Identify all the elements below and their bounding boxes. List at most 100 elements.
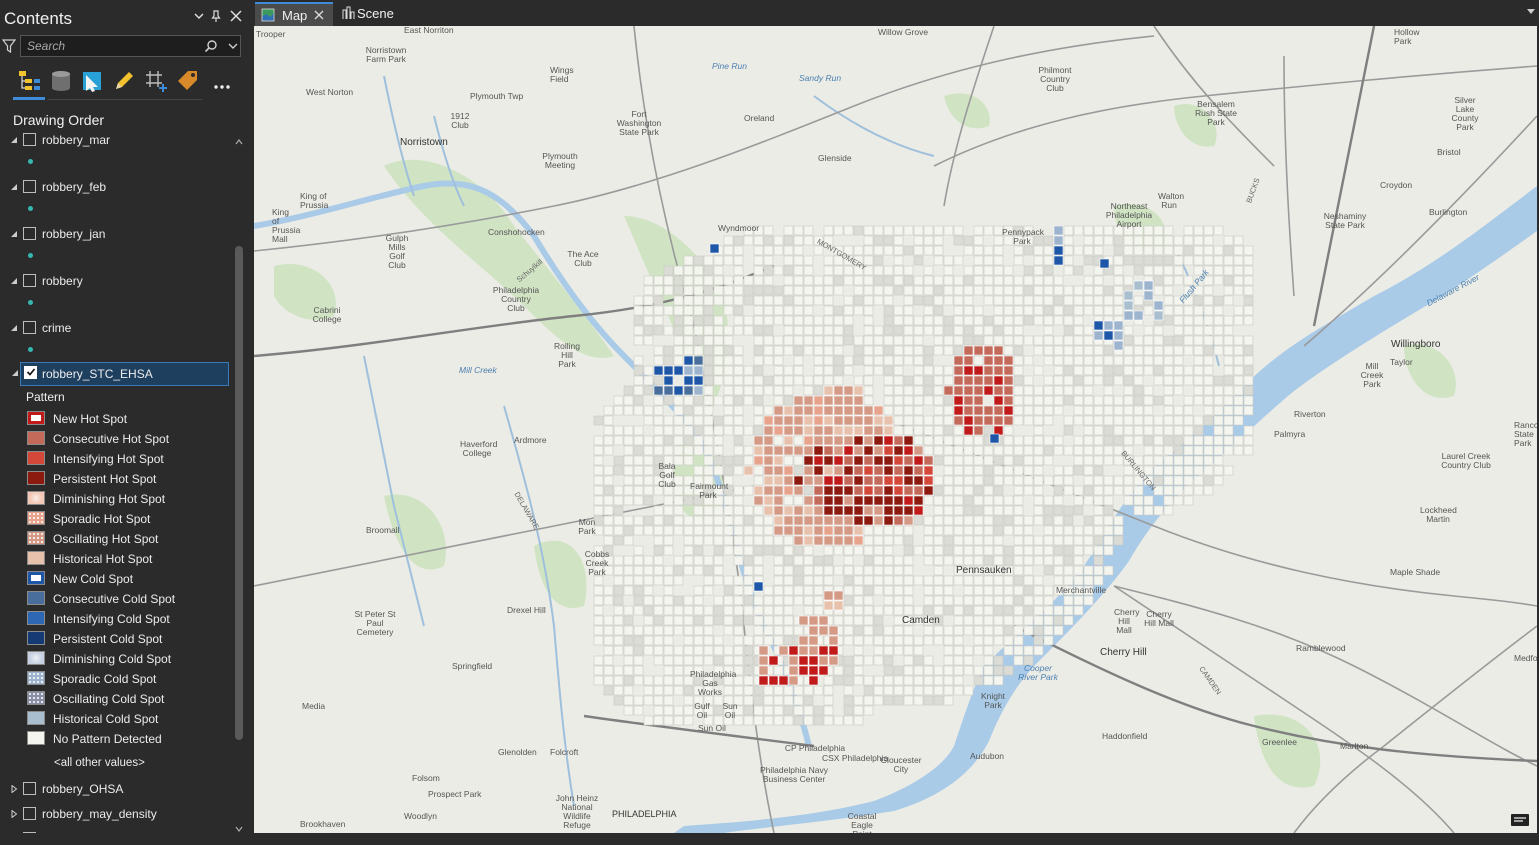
list-by-editing-icon[interactable] [110,67,138,95]
grid-cell [783,695,794,706]
expand-arrow-icon[interactable] [10,785,18,793]
layer-robbery-mar[interactable]: robbery_mar [0,130,232,152]
layer-visibility-checkbox[interactable] [23,321,36,334]
grid-cell [893,395,904,406]
grid-cell [743,535,754,546]
grid-cell [903,245,914,256]
grid-cell [833,305,844,316]
grid-cell [1233,315,1244,326]
layer-robbery[interactable]: robbery [0,271,232,293]
tab-scene[interactable]: Scene [335,2,405,26]
scrollbar-thumb[interactable] [235,246,243,740]
close-icon[interactable] [314,10,324,20]
layer-visibility-checkbox[interactable] [23,133,36,146]
grid-cell [893,385,904,396]
layer-robbery-feb[interactable]: robbery_feb [0,177,232,199]
grid-cell [833,665,844,676]
layer-partial[interactable] [0,829,232,833]
grid-cell [1163,445,1174,456]
grid-cell [733,405,744,416]
grid-cell [1223,235,1234,246]
grid-cell [1143,455,1154,466]
grid-cell [633,655,644,666]
layer-robbery-stc-ehsa[interactable]: robbery_STC_EHSA [12,362,229,386]
collapse-arrow-icon[interactable] [10,230,18,238]
collapse-arrow-icon[interactable] [10,277,18,285]
grid-cell [1123,335,1134,346]
collapse-arrow-icon[interactable] [10,136,18,144]
tab-map[interactable]: Map [255,2,333,26]
grid-cell [1243,365,1254,376]
grid-cell [943,345,954,356]
grid-cell [743,545,754,556]
grid-cell [633,635,644,646]
grid-cell [1183,375,1194,386]
map-view[interactable]: Trooper East Norriton Norristown Farm Pa… [254,26,1537,833]
layer-visibility-checkbox[interactable] [23,227,36,240]
filter-icon[interactable] [2,38,16,54]
grid-cell [1013,455,1024,466]
expand-arrow-icon[interactable] [10,810,18,818]
layer-visibility-checkbox[interactable] [23,807,36,820]
layer-visibility-checkbox[interactable] [23,274,36,287]
hot-spot-cell [803,435,814,446]
collapse-arrow-icon[interactable] [10,324,18,332]
collapse-arrow-icon[interactable] [11,369,19,377]
grid-cell [1143,255,1154,266]
chevron-down-icon[interactable] [226,39,240,53]
grid-cell [943,485,954,496]
close-icon[interactable] [229,9,243,23]
grid-cell [883,295,894,306]
grid-cell [1203,435,1214,446]
grid-cell [933,295,944,306]
list-by-data-source-icon[interactable] [47,67,75,95]
grid-cell [1103,505,1114,516]
map-label: St Peter St Paul Cemetery [354,609,396,637]
hot-spot-cell [828,635,839,646]
collapse-arrow-icon[interactable] [10,183,18,191]
grid-cell [633,495,644,506]
layer-visibility-checkbox[interactable] [23,782,36,795]
list-by-selection-icon[interactable] [78,67,106,95]
more-icon[interactable] [208,67,236,95]
grid-cell [933,575,944,586]
grid-cell [843,705,854,716]
grid-cell [723,625,734,636]
grid-cell [1023,605,1034,616]
layer-visibility-checkbox[interactable] [23,832,36,833]
grid-cell [1063,345,1074,356]
grid-cell [1213,245,1224,256]
grid-cell [833,675,844,686]
grid-cell [623,675,634,686]
chevron-down-icon[interactable] [1527,9,1535,15]
grid-cell [1043,555,1054,566]
layer-list-scrollbar[interactable] [232,130,246,833]
grid-cell [623,485,634,496]
layer-visibility-checkbox[interactable] [24,366,37,379]
grid-cell [873,255,884,266]
search-box[interactable] [20,35,241,57]
list-by-labeling-icon[interactable] [174,67,202,95]
search-input[interactable] [27,38,197,54]
layer-crime[interactable]: crime [0,318,232,340]
grid-cell [703,305,714,316]
map-message-icon[interactable] [1510,813,1530,829]
scroll-down-icon[interactable] [235,825,243,833]
pin-icon[interactable] [209,9,223,23]
layer-visibility-checkbox[interactable] [23,180,36,193]
grid-cell [903,415,914,426]
layer-robbery-jan[interactable]: robbery_jan [0,224,232,246]
grid-cell [873,565,884,576]
grid-cell [753,305,764,316]
hot-spot-cell [783,405,794,416]
layer-robbery-ohsa[interactable]: robbery_OHSA [0,779,232,801]
layer-robbery-may-density[interactable]: robbery_may_density [0,804,232,826]
chevron-down-icon[interactable] [192,9,206,23]
list-by-drawing-order-icon[interactable] [15,67,43,95]
grid-cell [1243,305,1254,316]
grid-cell [1063,375,1074,386]
grid-cell [853,565,864,576]
search-icon[interactable] [204,39,218,53]
scroll-up-icon[interactable] [235,138,243,146]
list-by-snapping-icon[interactable] [142,67,170,95]
